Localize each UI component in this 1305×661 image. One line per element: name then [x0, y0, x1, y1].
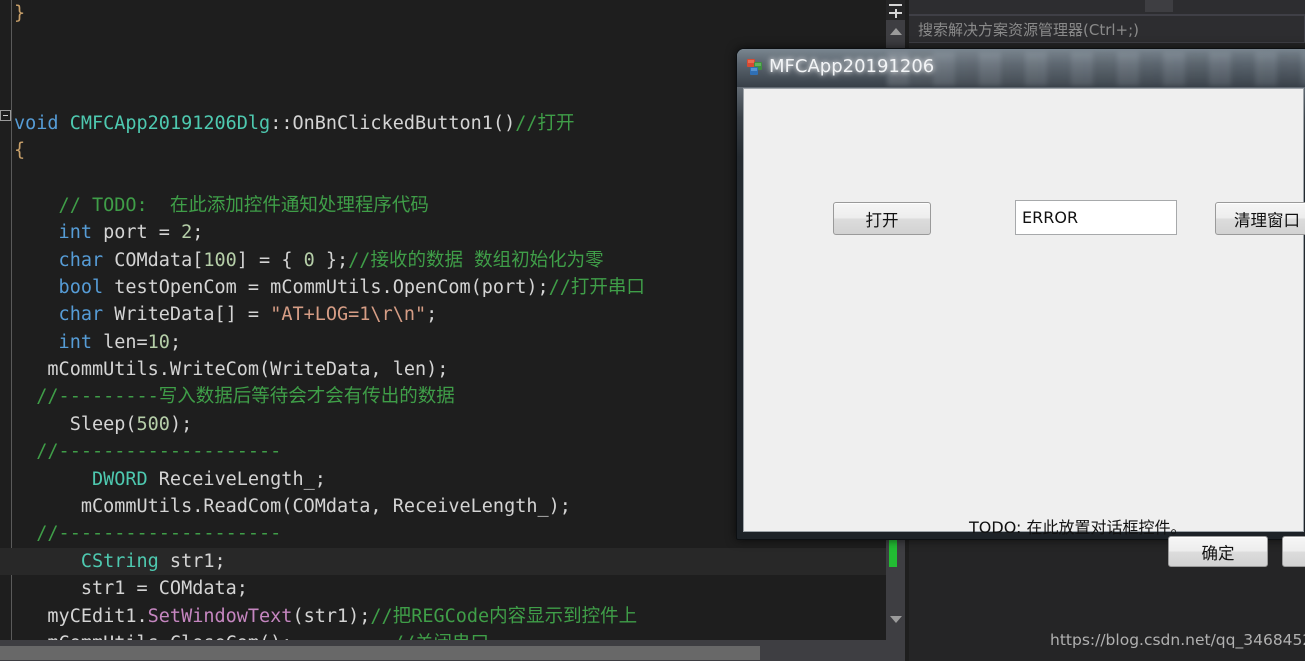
cancel-button[interactable]: 取消: [1282, 536, 1305, 567]
code-token: //打开: [515, 112, 575, 134]
code-token: //--------------------: [14, 441, 282, 463]
code-token: ReceiveLength_;: [147, 468, 326, 490]
solution-explorer-search-input[interactable]: 搜索解决方案资源管理器(Ctrl+;): [908, 15, 1305, 43]
search-placeholder-text: 搜索解决方案资源管理器(Ctrl+;): [918, 20, 1140, 39]
code-line[interactable]: CString str1;: [0, 547, 886, 576]
scroll-down-button[interactable]: [886, 608, 905, 630]
code-token: CMFCApp20191206Dlg: [69, 112, 271, 134]
toolbar-button-1[interactable]: [1145, 0, 1173, 12]
mfc-app-icon: [746, 58, 764, 76]
code-token: {: [14, 139, 26, 161]
code-token: //打开串口: [548, 276, 645, 298]
watermark-url: https://blog.csdn.net/qq_34684524: [1050, 631, 1305, 649]
code-token: 10: [147, 331, 170, 353]
code-token: //--------------------: [14, 523, 282, 545]
code-token: ] = {: [236, 249, 304, 271]
code-token: Sleep(: [14, 413, 137, 435]
code-token: ;: [169, 331, 182, 353]
code-token: char: [14, 304, 104, 326]
code-token: 100: [203, 249, 237, 271]
dialog-client-area: 打开 ERROR 清理窗口 TODO: 在此放置对话框控件。 确定 取消: [743, 88, 1305, 567]
code-line[interactable]: str1 = COMdata;: [0, 575, 886, 602]
code-token: void: [14, 112, 70, 134]
code-token: "AT+LOG=1\r\n": [270, 304, 427, 326]
code-token: // TODO: 在此添加控件通知处理程序代码: [14, 194, 429, 216]
scrollbar-corner: [886, 645, 905, 661]
code-token: ;: [426, 304, 438, 326]
code-line[interactable]: }: [0, 0, 886, 27]
code-token: (): [492, 112, 516, 134]
code-token: (str1);: [292, 605, 371, 627]
code-token: };: [314, 249, 349, 271]
code-token: ;: [192, 222, 204, 244]
code-token: mCommUtils.WriteCom(WriteData, len);: [14, 359, 449, 381]
open-button[interactable]: 打开: [833, 202, 931, 235]
mfc-dialog-window[interactable]: MFCApp20191206 打开 ERROR 清理窗口 TODO: 在此放置对…: [736, 48, 1305, 567]
code-line[interactable]: mCommUtils.CloseCom(); //关闭串口: [0, 630, 886, 640]
code-token: myCEdit1.: [14, 605, 148, 627]
scroll-up-button[interactable]: [886, 20, 905, 42]
split-editor-button[interactable]: [886, 0, 905, 20]
code-token: testOpenCom = mCommUtils.OpenCom(port);: [103, 276, 549, 298]
screen: } void CMFCApp20191206Dlg::OnBnClickedBu…: [0, 0, 1305, 661]
clear-window-button[interactable]: 清理窗口: [1215, 202, 1305, 235]
code-token: //接收的数据 数组初始化为零: [348, 249, 604, 271]
code-token: COMdata[: [103, 249, 204, 271]
code-token: //把REGCode内容显示到控件上: [370, 605, 638, 627]
code-token: 500: [136, 413, 170, 435]
scrollbar-change-marker: [889, 537, 897, 567]
code-token: //---------写入数据后等待会才会有传出的数据: [14, 386, 455, 408]
code-token: bool: [14, 276, 104, 298]
code-token: mCommUtils.CloseCom();: [14, 633, 393, 640]
code-token: SetWindowText: [147, 605, 293, 627]
code-token: CString: [14, 550, 159, 572]
dialog-title-text: MFCApp20191206: [769, 56, 935, 77]
dialog-todo-label: TODO: 在此放置对话框控件。: [969, 518, 1187, 537]
code-token: 0: [303, 249, 315, 271]
ok-button[interactable]: 确定: [1168, 536, 1268, 567]
scroll-down-arrow-icon: [889, 615, 902, 623]
code-token: len=: [91, 331, 148, 353]
code-token: DWORD: [14, 468, 148, 490]
code-token: str1 = COMdata;: [14, 578, 248, 600]
aero-glass-blur: [887, 52, 1305, 86]
editor-horizontal-scroll-thumb[interactable]: [0, 646, 760, 660]
code-token: //关闭串口: [393, 633, 489, 640]
code-token: );: [169, 413, 193, 435]
code-token: port =: [91, 222, 182, 244]
code-token: char: [14, 249, 104, 271]
code-line[interactable]: myCEdit1.SetWindowText(str1);//把REGCode内…: [0, 603, 886, 630]
code-token: WriteData[] =: [103, 304, 271, 326]
split-editor-icon: [889, 3, 902, 18]
result-edit-field[interactable]: ERROR: [1015, 200, 1177, 235]
code-token: str1;: [158, 550, 226, 572]
code-token: mCommUtils.ReadCom(COMdata, ReceiveLengt…: [14, 496, 571, 518]
code-token: 2: [181, 222, 193, 244]
scroll-up-arrow-icon: [889, 27, 902, 35]
code-token: int: [14, 222, 92, 244]
code-token: }: [14, 3, 26, 24]
code-token: ::OnBnClickedButton1: [270, 112, 493, 134]
code-token: int: [14, 331, 92, 353]
solution-explorer-toolbar[interactable]: [905, 0, 1305, 15]
